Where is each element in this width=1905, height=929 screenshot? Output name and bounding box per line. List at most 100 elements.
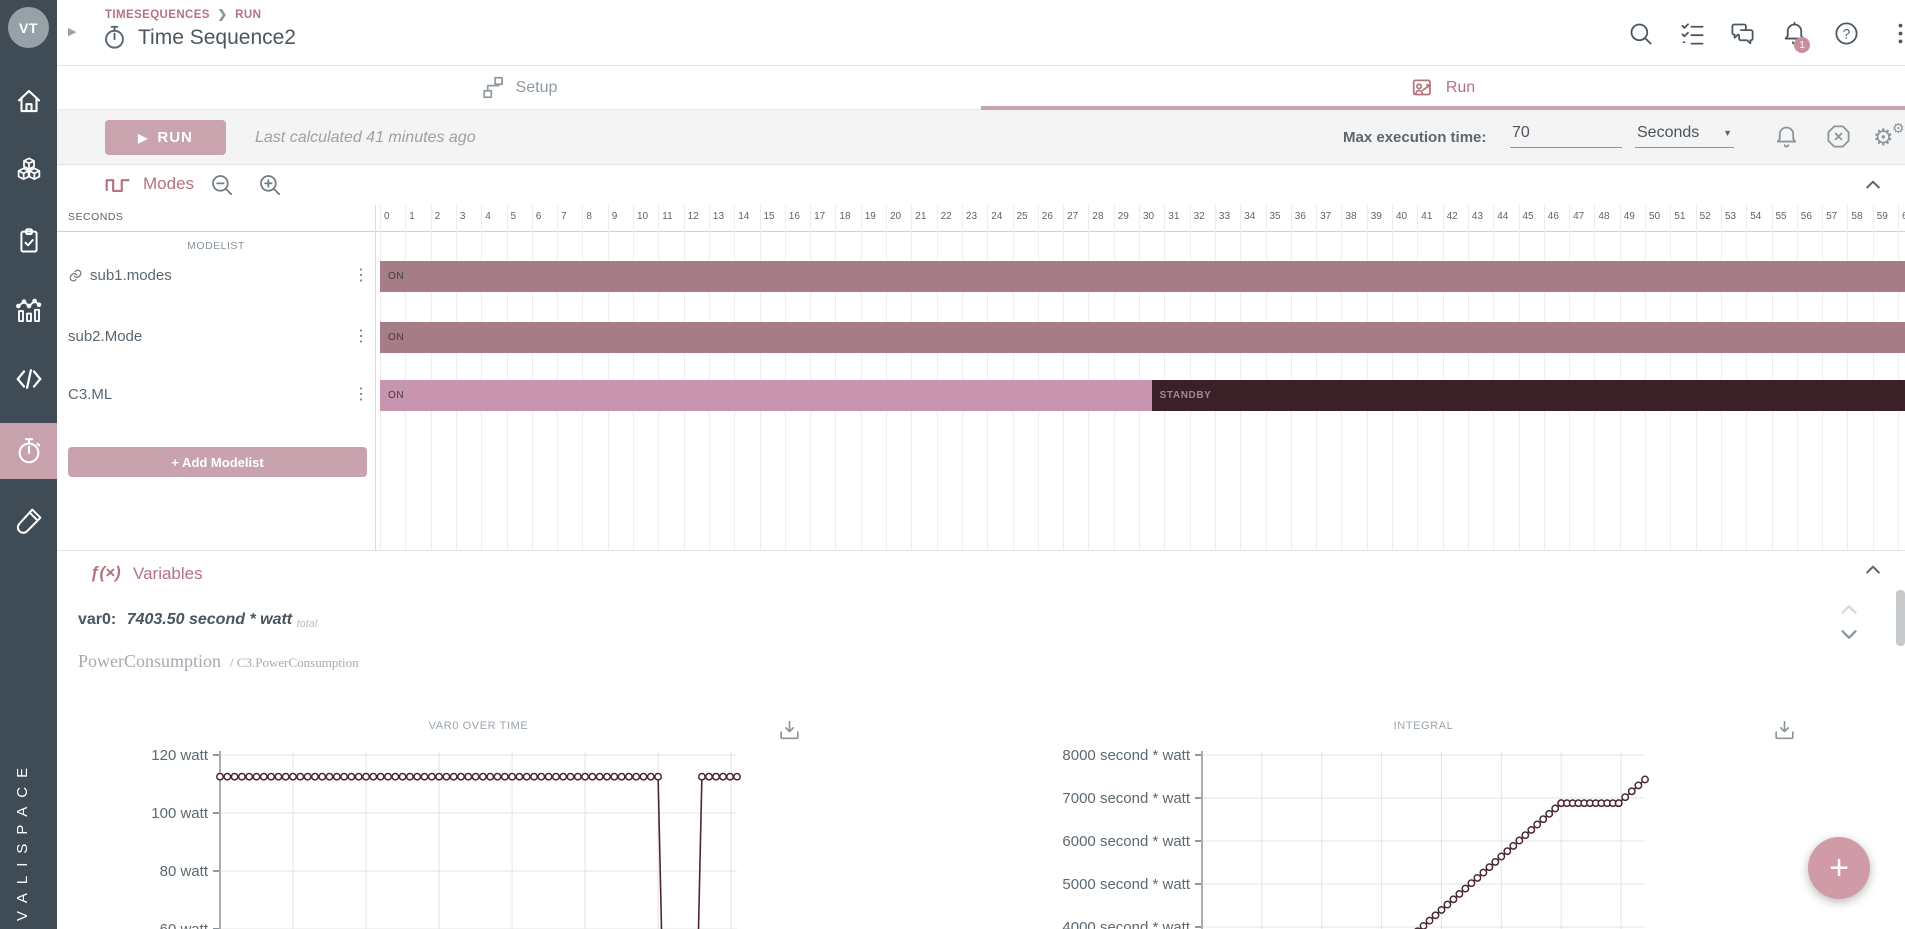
run-button-label: RUN	[157, 129, 193, 146]
ruler-tick-label: 58	[1851, 211, 1863, 222]
breadcrumb[interactable]: TIMESEQUENCES ❯ RUN	[105, 7, 261, 21]
row-kebab-menu-icon[interactable]: ⋮	[352, 265, 370, 285]
ruler-tick-label: 2	[434, 211, 441, 222]
modelist-row-label[interactable]: C3.ML	[68, 386, 112, 403]
ruler-tick-label: 13	[712, 211, 725, 222]
mode-bar[interactable]: ON	[380, 322, 1905, 353]
analysis-chart-icon	[14, 296, 44, 326]
breadcrumb-child[interactable]: RUN	[235, 9, 261, 21]
run-toolbar: ▶ RUN Last calculated 41 minutes ago Max…	[57, 110, 1905, 165]
zoom-in-icon[interactable]	[257, 172, 284, 199]
modelist-row-label[interactable]: sub2.Mode	[68, 328, 142, 345]
modelist-row-name: sub2.Mode	[68, 328, 143, 345]
time-unit-select[interactable]: Seconds ▼	[1635, 122, 1734, 148]
grid-second-line	[455, 205, 457, 550]
mode-bar[interactable]: ON	[380, 380, 1152, 411]
sidebar-item-requirements[interactable]	[0, 213, 57, 269]
mode-bar[interactable]: STANDBY	[1151, 380, 1905, 411]
chevron-right-icon: ❯	[217, 9, 228, 21]
sidebar-item-timesequences[interactable]	[0, 423, 57, 479]
ruler-tick-label: 16	[788, 211, 800, 222]
mode-bar[interactable]: ON	[380, 261, 1905, 292]
panel-expand-arrow-icon[interactable]: ▶	[68, 25, 76, 38]
grid-second-line	[1695, 205, 1697, 550]
grid-second-line	[1898, 205, 1899, 550]
grid-second-line	[582, 205, 584, 550]
notify-on-finish-bell-icon[interactable]	[1773, 123, 1801, 151]
sidebar-item-modules[interactable]	[0, 143, 57, 199]
ruler-tick-label: 34	[1244, 211, 1256, 222]
ruler-tick-label: 8	[586, 211, 592, 222]
next-variable-chevron-icon[interactable]	[1838, 626, 1860, 644]
chart-block: VAR0 OVER TIME 120 watt 100 watt 80 watt 60 …	[85, 716, 895, 929]
comments-icon[interactable]	[1729, 20, 1757, 48]
modules-icon	[14, 156, 44, 186]
ruler-tick-label: 23	[965, 211, 978, 222]
tasks-checklist-icon[interactable]	[1679, 20, 1707, 48]
grid-second-line	[1214, 205, 1216, 550]
ruler-tick-label: 47	[1573, 211, 1585, 222]
ruler-tick-label: 36	[1294, 211, 1306, 222]
title-row: Time Sequence2	[101, 24, 296, 51]
ruler-tick-label: 26	[1041, 211, 1053, 222]
chart-download-icon[interactable]	[777, 718, 803, 744]
label-column-divider	[375, 205, 376, 550]
sidebar-item-home[interactable]	[0, 73, 57, 129]
sidebar-item-analyses[interactable]	[0, 283, 57, 339]
ruler-tick-label: 17	[814, 211, 826, 222]
ruler-tick-label: 48	[1598, 211, 1610, 222]
grid-second-line	[911, 205, 913, 550]
row-kebab-menu-icon[interactable]: ⋮	[352, 384, 370, 404]
svg-text:8000 second * watt: 8000 second * watt	[1062, 748, 1190, 764]
ruler-tick-label: 32	[1193, 211, 1205, 222]
help-icon[interactable]: ?	[1833, 20, 1861, 48]
ruler-tick-label: 4	[485, 211, 491, 222]
add-fab-button[interactable]: +	[1808, 837, 1870, 899]
tabbar: Setup Run	[57, 66, 1905, 110]
run-button[interactable]: ▶ RUN	[105, 120, 226, 155]
grid-second-line	[1569, 205, 1571, 550]
breadcrumb-parent[interactable]: TIMESEQUENCES	[105, 9, 210, 21]
grid-second-line	[1872, 205, 1874, 550]
ruler-tick-label: 19	[864, 211, 876, 222]
play-icon: ▶	[138, 130, 149, 145]
collapse-modes-chevron-icon[interactable]	[1863, 175, 1883, 195]
zoom-out-icon[interactable]	[209, 172, 236, 199]
variable-path-row[interactable]: PowerConsumption / C3.PowerConsumption	[78, 651, 359, 672]
square-wave-icon	[104, 173, 132, 197]
tab-setup[interactable]: Setup	[57, 66, 981, 109]
grid-second-line	[1645, 205, 1646, 550]
scrollbar-thumb[interactable]	[1896, 590, 1905, 646]
add-modelist-button[interactable]: + Add Modelist	[68, 447, 367, 477]
grid-second-line	[1012, 205, 1014, 550]
kebab-menu-icon[interactable]	[1887, 20, 1905, 48]
sidebar-item-scripting[interactable]	[0, 351, 57, 407]
time-unit-value: Seconds	[1637, 124, 1700, 141]
clipboard-check-icon	[15, 227, 43, 255]
max-execution-time-input[interactable]	[1510, 122, 1622, 148]
grid-second-line	[936, 205, 938, 550]
grid-second-line	[886, 205, 887, 550]
ruler-tick-label: 31	[1168, 211, 1180, 222]
row-kebab-menu-icon[interactable]: ⋮	[352, 326, 370, 346]
cancel-octagon-icon[interactable]	[1825, 123, 1853, 151]
tab-run[interactable]: Run	[981, 66, 1905, 109]
grid-second-line	[1442, 205, 1444, 550]
ruler-tick-label: 6	[535, 211, 542, 222]
grid-second-line	[430, 205, 432, 550]
search-icon[interactable]	[1627, 20, 1655, 48]
ruler-tick-label: 18	[839, 211, 851, 222]
user-avatar[interactable]: VT	[8, 7, 49, 48]
modelist-row-label[interactable]: sub1.modes	[68, 267, 172, 284]
ruler-tick-label: 14	[738, 211, 750, 222]
chart-download-icon[interactable]	[1772, 718, 1798, 744]
previous-variable-chevron-icon[interactable]	[1838, 600, 1860, 618]
grid-second-line	[1619, 205, 1621, 550]
svg-text:7000 second * watt: 7000 second * watt	[1062, 790, 1190, 807]
ruler-tick-label: 44	[1497, 211, 1509, 222]
collapse-variables-chevron-icon[interactable]	[1863, 560, 1883, 580]
ruler-tick-label: 41	[1421, 211, 1433, 222]
stopwatch-title-icon	[101, 24, 128, 51]
sidebar-item-testing[interactable]	[0, 493, 57, 549]
run-settings-gears-icon[interactable]: ⚙ ⚙	[1873, 120, 1905, 154]
